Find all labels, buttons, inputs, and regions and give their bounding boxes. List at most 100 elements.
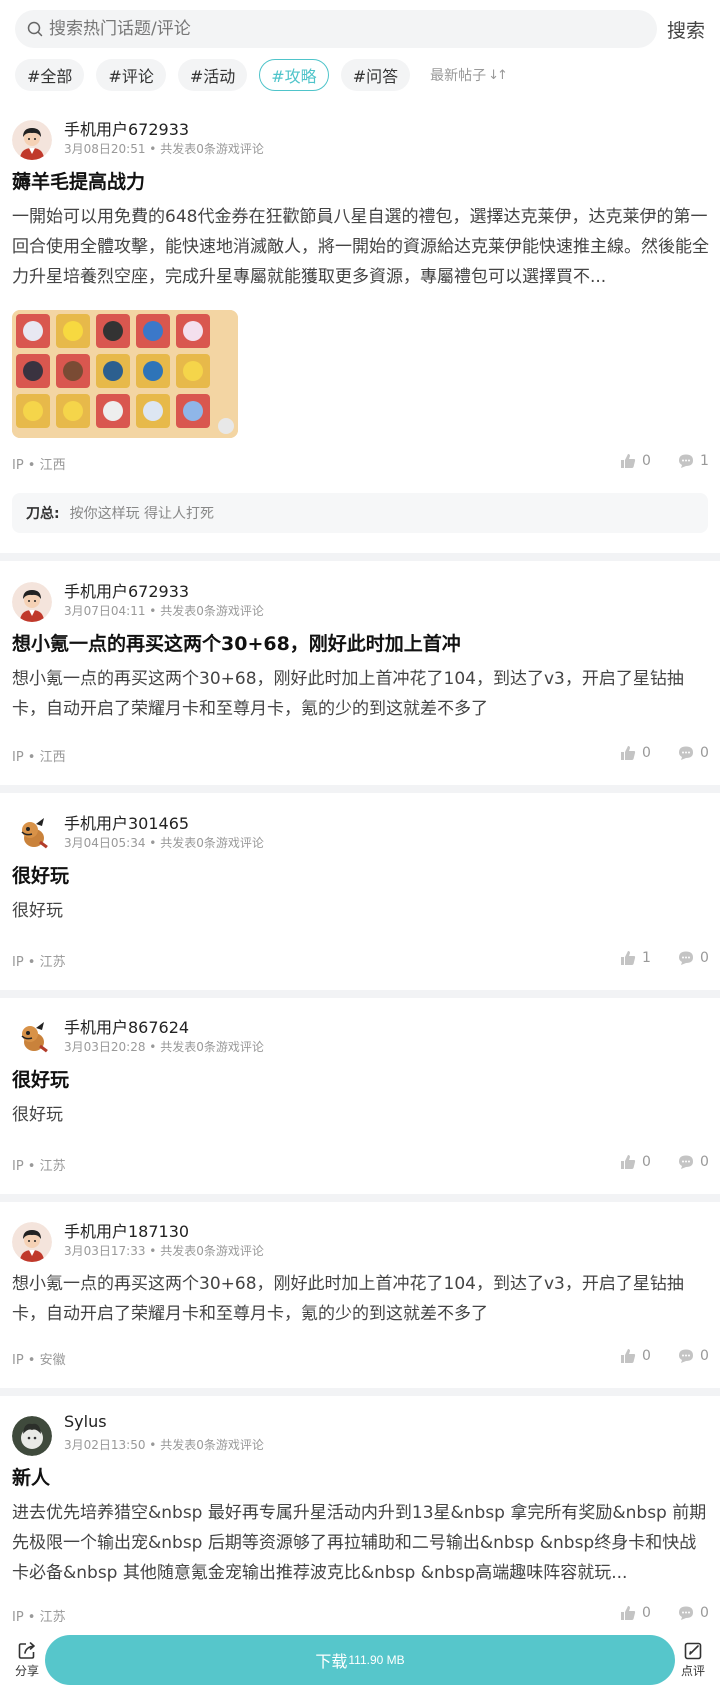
sort-label: 最新帖子: [430, 68, 487, 84]
post-body[interactable]: 进去优先培养猎空&nbsp 最好再专属升星活动内升到13星&nbsp 拿完所有奖…: [12, 1498, 710, 1588]
avatar[interactable]: [12, 1222, 52, 1262]
post-title[interactable]: 新人: [12, 1463, 50, 1490]
comment-button[interactable]: 0: [678, 1605, 709, 1621]
comment-button[interactable]: 0: [678, 1154, 709, 1170]
share-icon: [18, 1642, 35, 1659]
comment-button[interactable]: 0: [678, 950, 709, 966]
sort-dropdown[interactable]: 最新帖子 ↓↑: [430, 65, 508, 85]
edit-icon: [684, 1642, 702, 1660]
comment-icon: [679, 1606, 693, 1620]
thumbs-up-icon: [621, 1155, 636, 1169]
reply-preview[interactable]: 刀总: 按你这样玩 得让人打死: [12, 493, 708, 533]
tab-reviews[interactable]: #评论: [96, 59, 166, 91]
username[interactable]: 手机用户672933: [64, 116, 189, 140]
post-title[interactable]: 想小氪一点的再买这两个30+68，刚好此时加上首冲: [12, 629, 461, 656]
post-body[interactable]: 很好玩: [12, 1100, 710, 1130]
like-count: 0: [642, 1154, 651, 1170]
like-button[interactable]: 1: [620, 950, 651, 966]
reply-username: 刀总:: [26, 506, 60, 522]
avatar[interactable]: [12, 1018, 52, 1058]
tab-all[interactable]: #全部: [15, 59, 85, 91]
share-label: 分享: [14, 1664, 39, 1678]
like-button[interactable]: 0: [620, 1348, 651, 1364]
comment-icon: [679, 1349, 693, 1363]
comment-count: 0: [700, 950, 709, 966]
tab-events[interactable]: #活动: [177, 59, 248, 91]
review-label: 点评: [680, 1664, 705, 1678]
comment-count: 0: [700, 1605, 709, 1621]
post-card[interactable]: 手机用户187130 3月03日17:33 • 共发表0条游戏评论 想小氪一点的…: [0, 1202, 720, 1388]
sort-arrows-icon: ↓↑: [488, 67, 508, 83]
thumbs-up-icon: [621, 1349, 636, 1363]
like-button[interactable]: 0: [620, 1154, 651, 1170]
like-button[interactable]: 0: [620, 453, 651, 469]
download-button[interactable]: 下载 111.90 MB: [45, 1635, 675, 1685]
top-bar: 搜索 #全部 #评论 #活动 #攻略 #问答 最新帖子 ↓↑: [0, 0, 720, 104]
post-card[interactable]: 手机用户672933 3月07日04:11 • 共发表0条游戏评论 想小氪一点的…: [0, 561, 720, 785]
post-meta: 3月03日20:28 • 共发表0条游戏评论: [64, 1040, 264, 1054]
post-meta: 3月08日20:51 • 共发表0条游戏评论: [64, 142, 264, 156]
thumbs-up-icon: [621, 454, 636, 468]
post-ip: IP • 江西: [12, 458, 66, 473]
comment-button[interactable]: 0: [678, 745, 709, 761]
tab-guides[interactable]: #攻略: [259, 59, 329, 91]
post-title[interactable]: 很好玩: [12, 861, 69, 888]
username[interactable]: 手机用户672933: [64, 578, 189, 602]
tab-qa[interactable]: #问答: [340, 59, 411, 91]
search-button[interactable]: 搜索: [667, 16, 705, 43]
search-input[interactable]: [49, 19, 609, 39]
comment-count: 1: [700, 453, 709, 469]
post-divider: [0, 1388, 720, 1396]
username[interactable]: 手机用户301465: [64, 810, 189, 834]
like-button[interactable]: 0: [620, 745, 651, 761]
post-ip: IP • 江苏: [12, 1159, 66, 1174]
username[interactable]: 手机用户867624: [64, 1014, 189, 1038]
comment-count: 0: [700, 745, 709, 761]
like-count: 0: [642, 745, 651, 761]
post-meta: 3月07日04:11 • 共发表0条游戏评论: [64, 604, 264, 618]
post-body[interactable]: 很好玩: [12, 896, 710, 926]
post-body[interactable]: 想小氪一点的再买这两个30+68，刚好此时加上首冲花了104，到达了v3，开启了…: [12, 1269, 710, 1329]
post-card[interactable]: 手机用户301465 3月04日05:34 • 共发表0条游戏评论 很好玩 很好…: [0, 793, 720, 990]
comment-icon: [679, 951, 693, 965]
post-card[interactable]: 手机用户672933 3月08日20:51 • 共发表0条游戏评论 薅羊毛提高战…: [0, 104, 720, 553]
share-button[interactable]: 分享: [12, 1641, 42, 1679]
avatar[interactable]: [12, 120, 52, 160]
search-box[interactable]: [15, 10, 657, 48]
like-count: 0: [642, 1348, 651, 1364]
avatar[interactable]: [12, 582, 52, 622]
thumbs-up-icon: [621, 951, 636, 965]
comment-icon: [679, 1155, 693, 1169]
reply-text: 按你这样玩 得让人打死: [69, 506, 215, 522]
post-body[interactable]: 想小氪一点的再买这两个30+68，刚好此时加上首冲花了104，到达了v3，开启了…: [12, 664, 710, 724]
thumbs-up-icon: [621, 746, 636, 760]
like-count: 0: [642, 453, 651, 469]
download-size: 111.90 MB: [348, 1653, 405, 1667]
comment-count: 0: [700, 1348, 709, 1364]
like-count: 0: [642, 1605, 651, 1621]
post-title[interactable]: 很好玩: [12, 1065, 69, 1092]
post-title[interactable]: 薅羊毛提高战力: [12, 167, 145, 194]
like-button[interactable]: 0: [620, 1605, 651, 1621]
avatar[interactable]: [12, 1416, 52, 1456]
thumbs-up-icon: [621, 1606, 636, 1620]
post-ip: IP • 江苏: [12, 1610, 66, 1625]
bottom-action-bar: 分享 下载 111.90 MB 点评: [0, 1631, 720, 1689]
comment-button[interactable]: 0: [678, 1348, 709, 1364]
avatar[interactable]: [12, 814, 52, 854]
like-count: 1: [642, 950, 651, 966]
review-button[interactable]: 点评: [678, 1641, 708, 1679]
post-image[interactable]: [12, 310, 238, 438]
username[interactable]: 手机用户187130: [64, 1218, 189, 1242]
post-ip: IP • 安徽: [12, 1353, 66, 1368]
post-card[interactable]: 手机用户867624 3月03日20:28 • 共发表0条游戏评论 很好玩 很好…: [0, 998, 720, 1194]
post-ip: IP • 江苏: [12, 955, 66, 970]
post-divider: [0, 990, 720, 998]
post-ip: IP • 江西: [12, 750, 66, 765]
search-icon: [27, 21, 43, 37]
comment-button[interactable]: 1: [678, 453, 709, 469]
topic-tabs: #全部 #评论 #活动 #攻略 #问答 最新帖子 ↓↑: [15, 58, 508, 92]
post-card[interactable]: Sylus 3月02日13:50 • 共发表0条游戏评论 新人 进去优先培养猎空…: [0, 1396, 720, 1631]
post-body[interactable]: 一開始可以用免費的648代金券在狂歡節員八星自選的禮包，選擇达克莱伊，达克莱伊的…: [12, 202, 710, 292]
username[interactable]: Sylus: [64, 1412, 107, 1431]
